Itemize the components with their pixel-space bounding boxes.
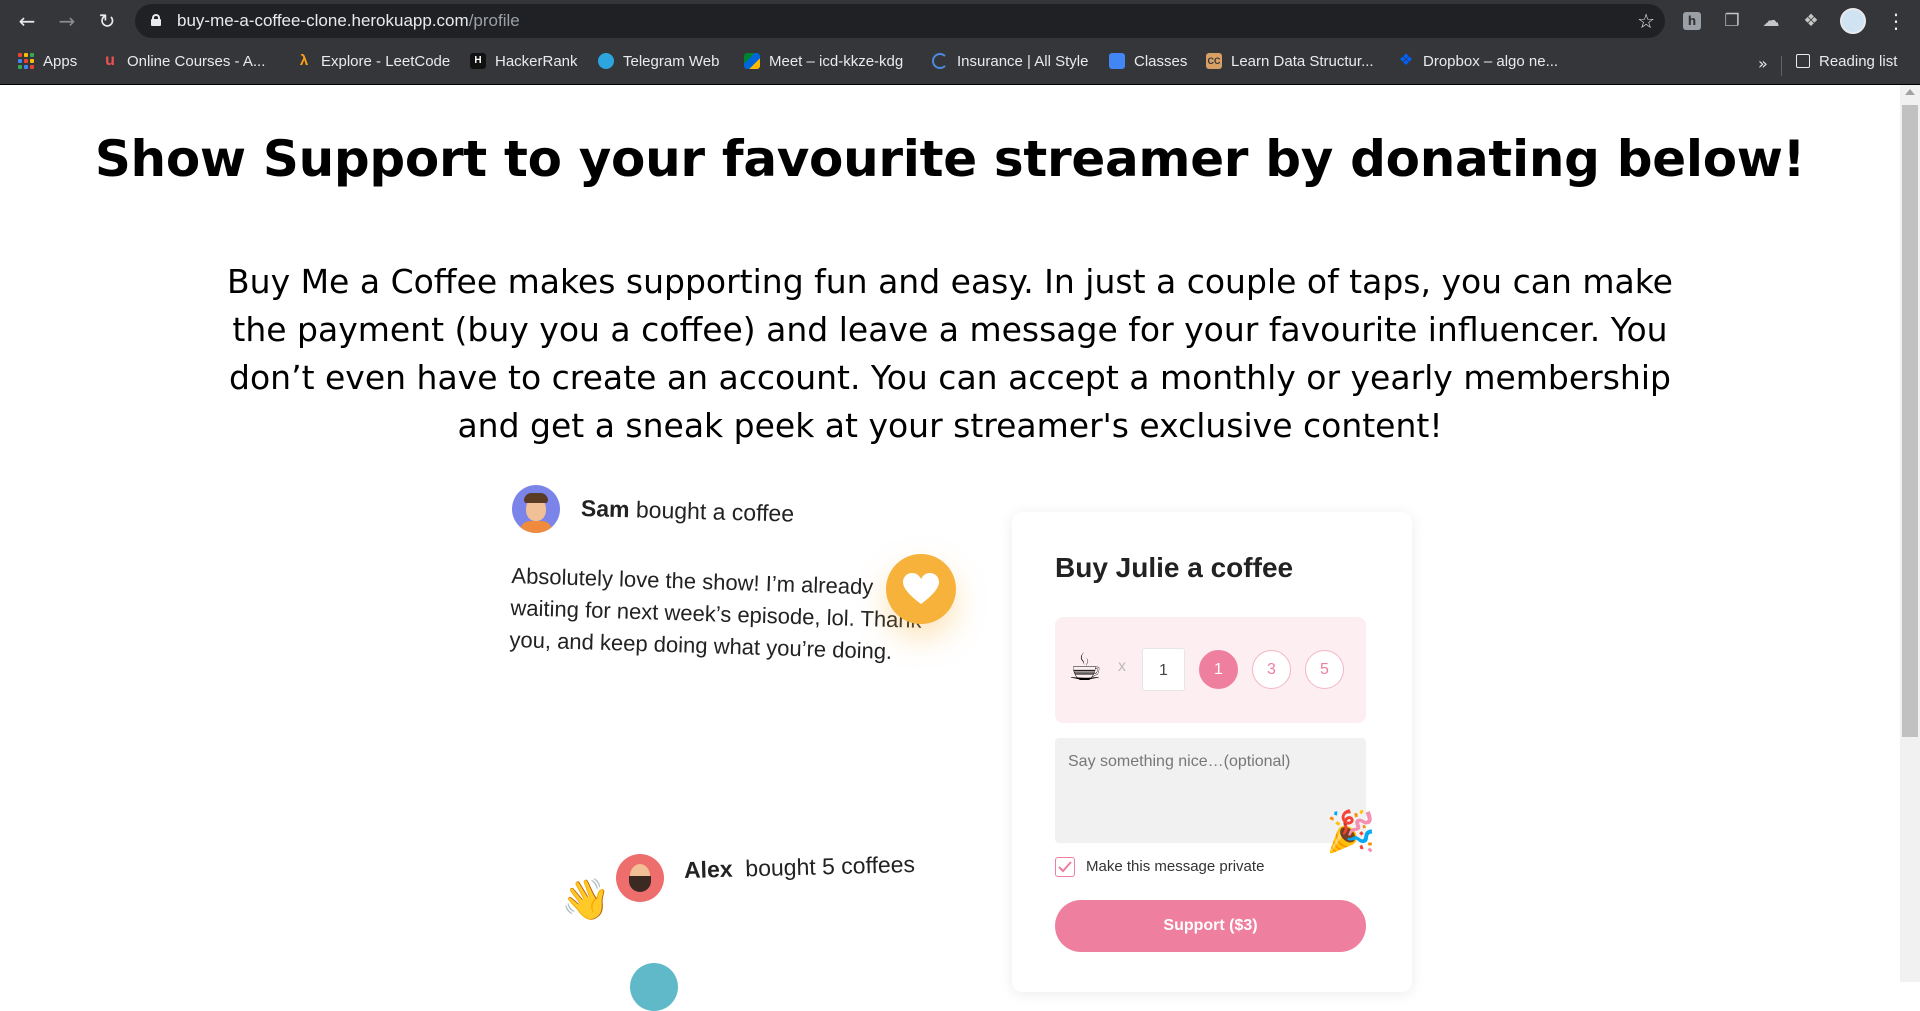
feed-name: Sam [580, 495, 630, 523]
sam-avatar [512, 485, 560, 533]
hackerrank-icon: H [470, 53, 486, 69]
extension-pages-icon[interactable]: ❐ [1721, 10, 1743, 32]
scrollbar-thumb[interactable] [1902, 105, 1918, 737]
meet-icon [744, 53, 760, 69]
forward-arrow-icon[interactable]: → [54, 8, 80, 34]
apps-grid-icon [18, 53, 34, 69]
url-text[interactable]: buy-me-a-coffee-clone.herokuapp.com/prof… [177, 11, 520, 31]
insurance-icon [932, 53, 948, 69]
party-popper-icon: 🎉 [1326, 809, 1376, 855]
reading-list-label: Reading list [1819, 52, 1898, 70]
bookmark-label: Dropbox – algo ne... [1423, 52, 1559, 70]
waving-hand-icon: 👋 [561, 877, 611, 923]
quantity-chip-3[interactable]: 3 [1252, 650, 1291, 689]
bookmark-leetcode[interactable]: λ Explore - LeetCode [296, 50, 450, 72]
bookmark-apps[interactable]: Apps [18, 50, 77, 72]
bookmark-insurance[interactable]: Insurance | All Style [932, 50, 1088, 72]
feed-avatar [630, 963, 678, 1011]
bookmark-learn-ds[interactable]: CC Learn Data Structur... [1206, 50, 1374, 72]
feed-item-sam: Sam bought a coffee [581, 495, 795, 528]
bookmark-online-courses[interactable]: u Online Courses - A... [102, 50, 265, 72]
quantity-input[interactable]: 1 [1142, 648, 1185, 691]
bookmark-hackerrank[interactable]: H HackerRank [470, 50, 578, 72]
bookmark-label: Apps [43, 52, 78, 70]
card-title: Buy Julie a coffee [1055, 552, 1294, 583]
bookmark-meet[interactable]: Meet – icd-kkze-kdg [744, 50, 903, 72]
private-checkbox-label: Make this message private [1086, 858, 1265, 875]
bookmark-dropbox[interactable]: ❖ Dropbox – algo ne... [1398, 50, 1558, 72]
bookmarks-divider [1781, 56, 1782, 76]
extension-cloud-icon[interactable]: ☁ [1760, 10, 1782, 32]
udemy-icon: u [105, 52, 115, 69]
bookmark-star-icon[interactable]: ☆ [1637, 9, 1655, 33]
bookmarks-overflow-icon[interactable]: » [1758, 54, 1768, 73]
support-button[interactable]: Support ($3) [1055, 900, 1366, 952]
extensions-puzzle-icon[interactable]: ❖ [1800, 10, 1822, 32]
bookmark-label: Classes [1134, 52, 1188, 70]
extension-h-icon[interactable]: h [1683, 12, 1701, 30]
bookmark-label: Online Courses - A... [127, 52, 266, 70]
quantity-chip-5[interactable]: 5 [1305, 650, 1344, 689]
bookmark-label: Explore - LeetCode [321, 52, 451, 70]
reading-list-button[interactable]: Reading list [1796, 50, 1897, 72]
url-domain: buy-me-a-coffee-clone.herokuapp.com [177, 11, 469, 30]
browser-chrome: ← → ↻ buy-me-a-coffee-clone.herokuapp.co… [0, 0, 1920, 85]
feed-action: bought 5 coffees [745, 850, 916, 882]
leetcode-icon: λ [299, 52, 309, 69]
message-placeholder: Say something nice…(optional) [1068, 753, 1291, 770]
private-checkbox[interactable] [1055, 857, 1075, 877]
address-bar[interactable]: buy-me-a-coffee-clone.herokuapp.com/prof… [135, 4, 1665, 38]
cc-icon: CC [1206, 53, 1222, 69]
heart-icon [886, 554, 956, 624]
back-arrow-icon[interactable]: ← [14, 8, 40, 34]
multiply-sign: x [1118, 658, 1126, 675]
bookmark-label: Telegram Web [623, 52, 720, 70]
url-path: /profile [468, 11, 520, 30]
bookmarks-bar: Apps u Online Courses - A... λ Explore -… [0, 44, 1920, 78]
intro-paragraph: Buy Me a Coffee makes supporting fun and… [227, 262, 1673, 445]
reading-list-icon [1796, 54, 1810, 68]
alex-avatar [616, 854, 664, 902]
dropbox-icon: ❖ [1398, 52, 1414, 69]
coffee-cup-icon: ☕ [1068, 645, 1103, 689]
bookmark-classes[interactable]: Classes [1109, 50, 1187, 72]
page-title: Show Support to your favourite streamer … [94, 130, 1806, 188]
bookmark-label: Insurance | All Style [957, 52, 1089, 70]
reload-icon[interactable]: ↻ [94, 8, 120, 34]
page-viewport: Show Support to your favourite streamer … [0, 85, 1900, 982]
lock-icon [151, 14, 161, 26]
bookmark-label: HackerRank [495, 52, 578, 70]
feed-action: bought a coffee [635, 496, 795, 527]
bookmark-telegram[interactable]: Telegram Web [598, 50, 719, 72]
feed-message: Absolutely love the show! I’m already wa… [509, 562, 923, 664]
profile-avatar[interactable] [1840, 8, 1866, 34]
browser-toolbar: ← → ↻ buy-me-a-coffee-clone.herokuapp.co… [0, 0, 1920, 42]
quantity-chip-1[interactable]: 1 [1199, 650, 1238, 689]
feed-name: Alex [683, 855, 733, 883]
bookmark-label: Learn Data Structur... [1231, 52, 1374, 70]
menu-kebab-icon[interactable]: ⋮ [1886, 8, 1906, 34]
classroom-icon [1109, 53, 1125, 69]
scroll-up-arrow-icon[interactable] [1905, 89, 1915, 95]
telegram-icon [598, 53, 614, 69]
bookmark-label: Meet – icd-kkze-kdg [769, 52, 904, 70]
